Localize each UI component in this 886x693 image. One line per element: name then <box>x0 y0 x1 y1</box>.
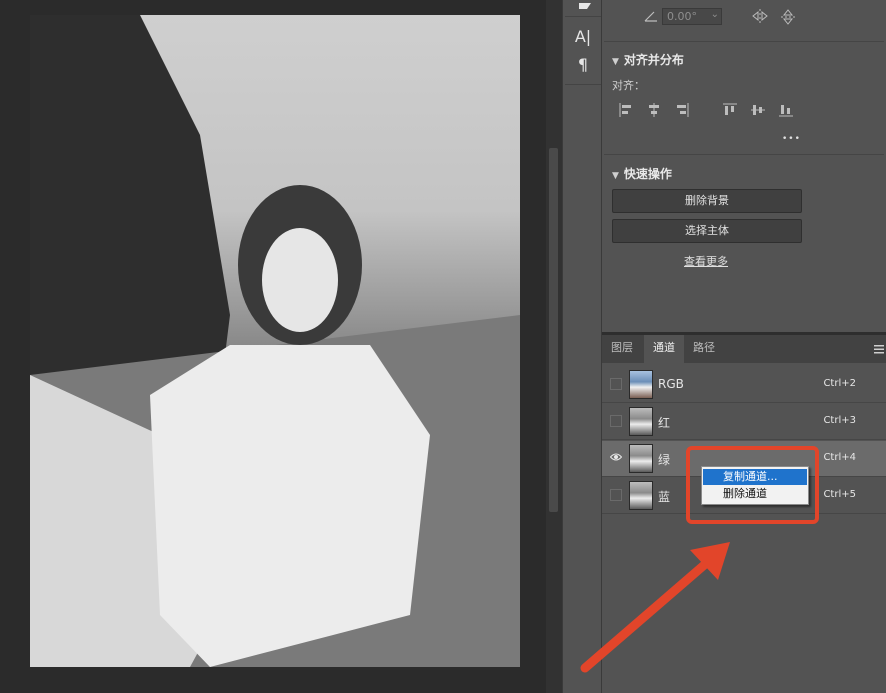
text-panel-icon[interactable]: A| <box>563 27 603 46</box>
flip-vertical-icon[interactable] <box>781 9 795 28</box>
remove-background-button[interactable]: 删除背景 <box>612 189 802 213</box>
more-options-button[interactable]: ••• <box>782 134 801 144</box>
channel-shortcut: Ctrl+3 <box>823 415 856 426</box>
chevron-down-icon[interactable]: ▼ <box>612 171 619 181</box>
channel-shortcut: Ctrl+2 <box>823 378 856 389</box>
align-label: 对齐： <box>612 79 645 92</box>
eye-icon[interactable] <box>609 452 623 464</box>
align-center-horizontal-icon[interactable] <box>646 102 662 118</box>
align-top-icon[interactable] <box>722 102 738 118</box>
channel-name: 蓝 <box>658 490 671 504</box>
canvas-scroll-thumb[interactable] <box>549 148 558 512</box>
view-more-link[interactable]: 查看更多 <box>684 253 728 269</box>
channel-name: 红 <box>658 416 671 430</box>
chevron-down-icon[interactable]: ⌄ <box>711 9 719 20</box>
flip-horizontal-icon[interactable] <box>752 9 768 26</box>
channel-thumbnail <box>629 444 653 473</box>
visibility-toggle[interactable] <box>610 489 622 501</box>
align-right-icon[interactable] <box>674 102 690 118</box>
channel-thumbnail <box>629 481 653 510</box>
channel-shortcut: Ctrl+4 <box>823 452 856 463</box>
angle-icon <box>644 10 658 25</box>
tab-layers[interactable]: 图层 <box>602 335 642 363</box>
align-left-icon[interactable] <box>618 102 634 118</box>
align-bottom-icon[interactable] <box>778 102 794 118</box>
channel-row-red[interactable]: 红 Ctrl+3 <box>602 404 886 440</box>
document-canvas-area[interactable] <box>0 0 562 693</box>
visibility-toggle[interactable] <box>610 378 622 390</box>
quick-actions-section-title[interactable]: ▼ 快速操作 <box>612 165 672 182</box>
angle-input[interactable]: 0.00° ⌄ <box>662 8 722 25</box>
angle-value: 0.00° <box>667 10 697 23</box>
channel-thumbnail <box>629 370 653 399</box>
chevron-down-icon[interactable]: ▼ <box>612 57 619 67</box>
select-subject-button[interactable]: 选择主体 <box>612 219 802 243</box>
visibility-toggle[interactable] <box>610 415 622 427</box>
channel-name: 绿 <box>658 453 671 467</box>
panel-tab-bar: 图层 通道 路径 <box>602 335 886 363</box>
align-section-title[interactable]: ▼ 对齐并分布 <box>612 51 684 68</box>
channel-row-rgb[interactable]: RGB Ctrl+2 <box>602 367 886 403</box>
tab-channels[interactable]: 通道 <box>644 335 684 363</box>
character-panel-icon[interactable] <box>563 0 603 16</box>
align-center-vertical-icon[interactable] <box>750 102 766 118</box>
annotation-highlight-box <box>686 446 819 524</box>
channel-thumbnail <box>629 407 653 436</box>
document-photo[interactable] <box>30 15 520 667</box>
tab-paths[interactable]: 路径 <box>684 335 724 363</box>
properties-panel: 0.00° ⌄ ▼ 对齐并分布 对齐： ••• ▼ 快速操作 删除背景 选择主体 查… <box>602 0 886 332</box>
paragraph-icon[interactable]: ¶ <box>563 55 603 74</box>
annotation-arrow-icon <box>580 542 730 673</box>
channel-shortcut: Ctrl+5 <box>823 489 856 500</box>
panel-menu-icon[interactable] <box>874 343 884 357</box>
photo-placeholder <box>30 15 520 667</box>
channel-name: RGB <box>658 377 684 391</box>
